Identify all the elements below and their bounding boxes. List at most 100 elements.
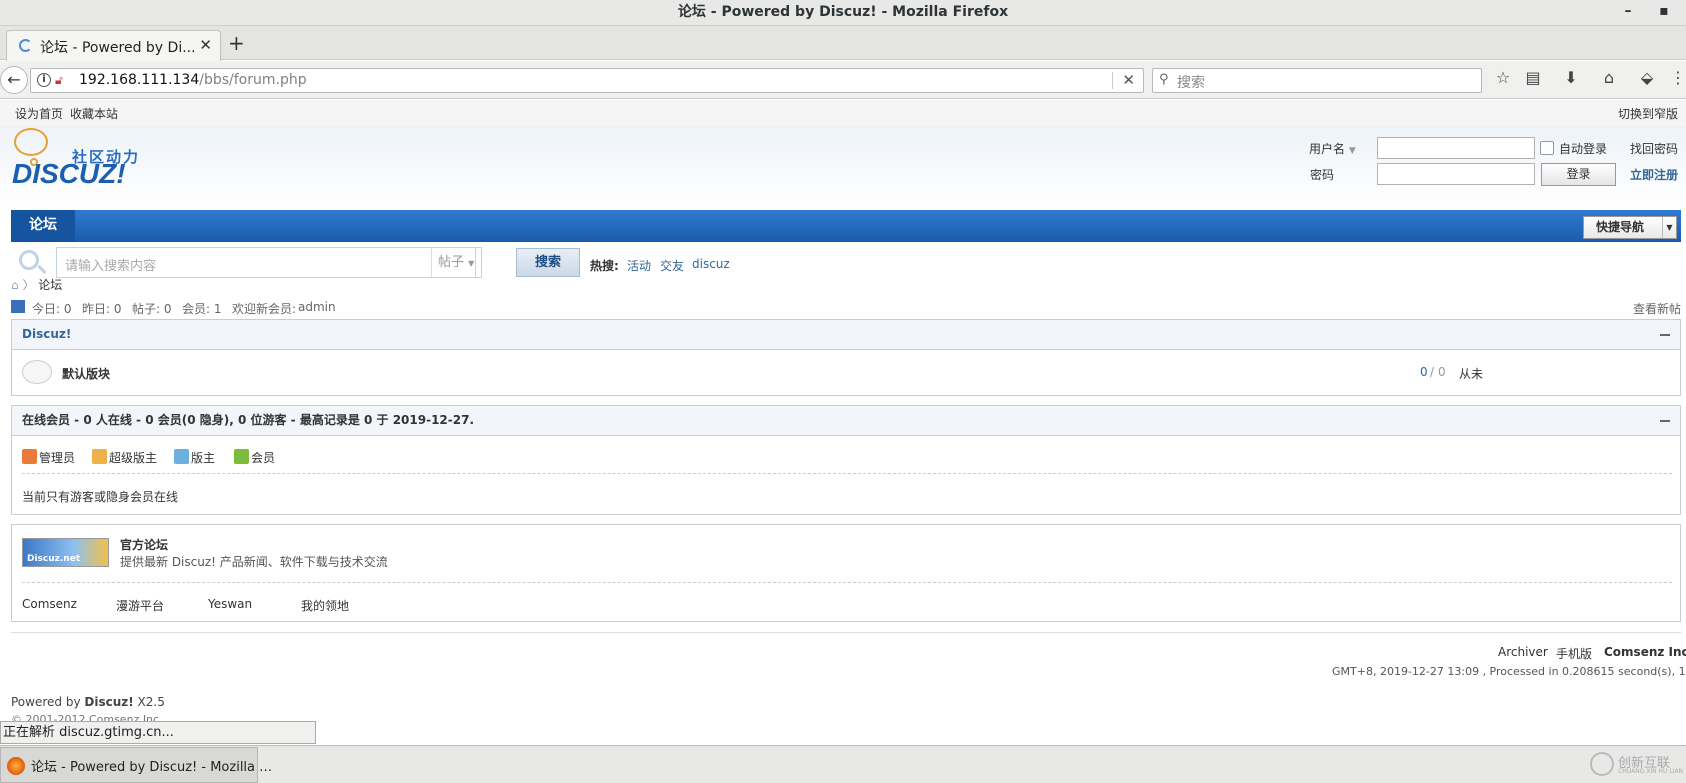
switch-width-link[interactable]: 切换到窄版 [1618,105,1678,122]
window-title: 论坛 - Powered by Discuz! - Mozilla Firefo… [677,4,1009,20]
tab-strip: 论坛 - Powered by Di... ✕ [0,26,1686,61]
bookmark-star-icon[interactable]: ☆ [1492,68,1514,87]
stats-icon [11,300,25,313]
archiver-link[interactable]: Archiver [1498,645,1548,659]
stats-members: 会员: 1 [182,302,222,316]
hot-search-label: 热搜: [590,259,619,273]
password-label: 密码 [1310,168,1335,182]
forum-search-button[interactable]: 搜索 [516,248,580,277]
breadcrumb-current[interactable]: 论坛 [38,278,62,292]
stats-today: 今日: 0 [32,302,72,316]
collapse-icon[interactable] [1660,420,1670,422]
forum-search-input[interactable]: 请输入搜索内容 [56,247,476,278]
stop-icon[interactable]: ✕ [1122,71,1135,89]
download-icon[interactable]: ⬇ [1560,68,1582,87]
navigation-toolbar: ← i 🔓︎ 192.168.111.134/bbs/forum.php ✕ ⚲… [0,61,1686,99]
category-title[interactable]: Discuz! [12,320,1680,350]
hot-term-link[interactable]: discuz [692,257,730,271]
moderator-icon [174,449,189,464]
username-type-select[interactable]: 用户名 ▼ [1309,140,1356,157]
search-type-select[interactable]: 帖子 ▼ [431,247,482,278]
set-homepage-link[interactable]: 设为首页 [15,105,63,122]
official-forum-desc: 提供最新 Discuz! 产品新闻、软件下载与技术交流 [120,555,388,569]
browser-tab[interactable]: 论坛 - Powered by Di... ✕ [6,30,221,61]
quick-nav-button[interactable]: 快捷导航 ▼ [1583,216,1677,239]
forum-last-post: 从未 [1459,367,1484,381]
chevron-down-icon: ▼ [1662,217,1676,238]
forum-category: Discuz! 默认版块 0 / 0 从未 [11,319,1681,396]
legend-moderator: 版主 [191,451,216,465]
friend-link[interactable]: 漫游平台 [116,597,164,614]
main-nav-bar: 论坛 [11,210,1681,242]
site-info-icon[interactable]: i [37,73,51,87]
super-mod-icon [92,449,107,464]
login-button[interactable]: 登录 [1541,163,1616,186]
taskbar-firefox-item[interactable]: 论坛 - Powered by Discuz! - Mozilla … [0,747,272,783]
discuz-link[interactable]: Discuz! [84,695,133,709]
search-icon: ⚲ [1159,72,1169,87]
site-logo[interactable]: DISCUZ! [12,158,126,190]
web-page: 设为首页 收藏本站 切换到窄版 社区动力 DISCUZ! 用户名 ▼ 自动登录 … [0,100,1686,745]
forgot-password-link[interactable]: 找回密码 [1630,140,1678,157]
member-icon [234,449,249,464]
minimize-button[interactable]: – [1616,0,1640,24]
status-overlay: 正在解析 discuz.gtimg.cn... [0,721,316,744]
view-new-posts-link[interactable]: 查看新帖 [1633,300,1681,317]
search-icon [19,250,39,270]
forum-status-icon [22,360,52,384]
browser-search-input[interactable]: ⚲ 搜索 [1152,68,1482,93]
hot-term-link[interactable]: 活动 [627,257,651,274]
back-button[interactable]: ← [0,66,28,94]
menu-icon[interactable]: ⋮ [1670,68,1686,87]
collapse-icon[interactable] [1660,334,1670,336]
site-topbar: 设为首页 收藏本站 切换到窄版 [0,100,1686,126]
pocket-icon[interactable]: ⬙ [1636,68,1658,87]
breadcrumb: ⌂ 〉 论坛 [11,278,63,292]
friend-link[interactable]: Comsenz [22,597,77,611]
close-window-button[interactable]: ▪ [1652,0,1676,24]
new-member-link[interactable]: admin [298,300,336,314]
url-bar[interactable]: i 🔓︎ 192.168.111.134/bbs/forum.php ✕ [30,68,1144,93]
stats-yesterday: 昨日: 0 [82,302,122,316]
forum-search: 请输入搜索内容 帖子 ▼ 搜索 [11,244,583,278]
online-members: 在线会员 - 0 人在线 - 0 会员(0 隐身), 0 位游客 - 最高记录是… [11,405,1681,515]
auto-login-checkbox[interactable] [1540,141,1554,155]
auto-login-label: 自动登录 [1559,142,1608,156]
official-forum-link[interactable]: 官方论坛 [120,536,168,553]
register-link[interactable]: 立即注册 [1630,166,1678,183]
forum-thread-count: 0 [1420,365,1428,379]
online-header[interactable]: 在线会员 - 0 人在线 - 0 会员(0 隐身), 0 位游客 - 最高记录是… [12,406,1680,436]
taskbar: 论坛 - Powered by Discuz! - Mozilla … [0,745,1686,783]
welcome-text: 欢迎新会员: [232,302,297,316]
username-field[interactable] [1377,137,1535,159]
home-icon[interactable]: ⌂ [11,278,19,292]
watermark-logo: 创新互联 CHUANG XIN HU LIAN [1588,748,1686,780]
loading-spinner-icon [19,39,32,52]
powered-by: Powered by Discuz! X2.5 [11,695,165,709]
new-tab-button[interactable]: + [228,30,245,56]
stats-posts: 帖子: 0 [132,302,172,316]
friend-link[interactable]: 我的领地 [301,597,349,614]
password-field[interactable] [1377,163,1535,185]
reading-list-icon[interactable]: ▤ [1522,68,1544,87]
legend-member: 会员 [251,451,276,465]
forum-post-count: 0 [1438,365,1446,379]
bookmark-site-link[interactable]: 收藏本站 [70,105,118,122]
debug-info: GMT+8, 2019-12-27 13:09 , Processed in 0… [1332,665,1686,678]
logo-bubble-icon [14,128,48,156]
hot-term-link[interactable]: 交友 [660,257,684,274]
home-icon[interactable]: ⌂ [1598,68,1620,87]
comsenz-link[interactable]: Comsenz Inc. [1604,645,1686,659]
window-titlebar: 论坛 - Powered by Discuz! - Mozilla Firefo… [0,0,1686,26]
nav-tab-forum[interactable]: 论坛 [11,210,75,242]
close-tab-icon[interactable]: ✕ [199,36,212,54]
legend-super-mod: 超级版主 [109,451,158,465]
discuz-net-logo[interactable]: Discuz.net [22,538,109,567]
friend-link[interactable]: Yeswan [208,597,252,611]
insecure-lock-icon: 🔓︎ [55,73,63,87]
forum-name[interactable]: 默认版块 [62,365,110,382]
url-text[interactable]: 192.168.111.134/bbs/forum.php [79,72,307,88]
firefox-icon [7,757,25,775]
legend-admin: 管理员 [39,451,76,465]
mobile-link[interactable]: 手机版 [1556,645,1592,662]
